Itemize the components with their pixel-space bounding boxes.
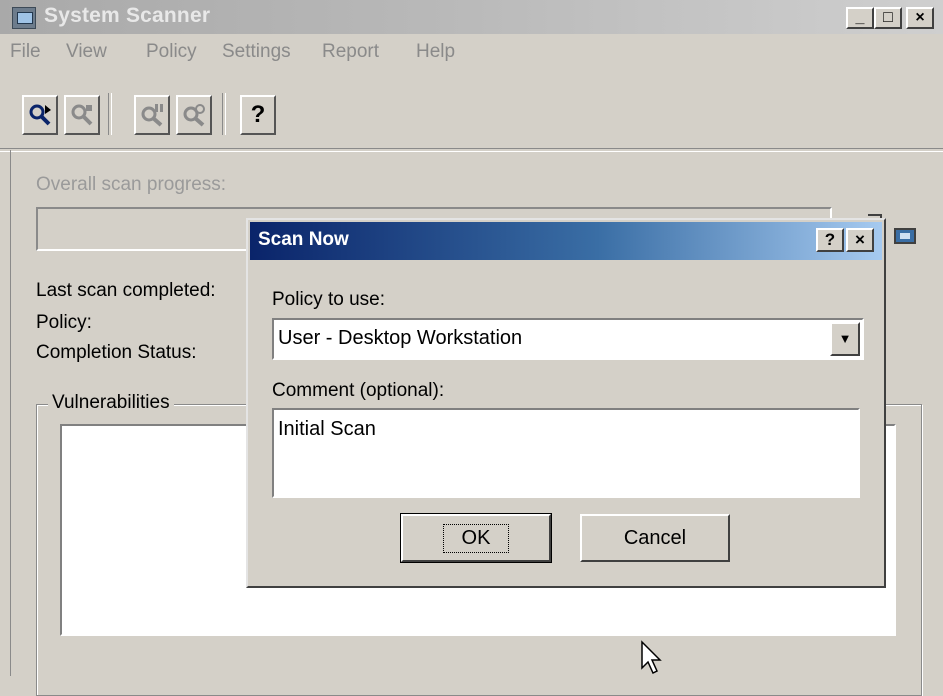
view-icon[interactable] [176, 95, 212, 135]
menu-help[interactable]: Help [416, 41, 455, 63]
menu-view[interactable]: View [66, 41, 107, 63]
policy-select-value: User - Desktop Workstation [278, 327, 523, 349]
comment-label: Comment (optional): [272, 380, 445, 401]
window-title: System Scanner [44, 4, 211, 27]
menu-bar [0, 34, 943, 70]
policy-label: Policy: [36, 312, 92, 333]
toolbar-separator [222, 93, 226, 135]
menu-file[interactable]: File [10, 41, 41, 63]
comment-value: Initial Scan [278, 418, 376, 440]
dialog-close-button[interactable]: × [846, 228, 874, 252]
help-icon[interactable]: ? [240, 95, 276, 135]
menu-settings[interactable]: Settings [222, 41, 291, 63]
close-button[interactable]: × [906, 7, 934, 29]
pause-icon[interactable] [134, 95, 170, 135]
policy-to-use-label: Policy to use: [272, 289, 385, 310]
progress-label: Overall scan progress: [36, 174, 227, 195]
divider [0, 150, 11, 676]
scan-now-dialog [246, 218, 886, 588]
window-icon [894, 228, 916, 244]
dialog-title: Scan Now [258, 229, 349, 250]
divider [0, 148, 943, 152]
menu-report[interactable]: Report [322, 41, 379, 63]
menu-policy[interactable]: Policy [146, 41, 197, 63]
scan-now-icon[interactable] [22, 95, 58, 135]
mouse-cursor-icon [641, 640, 662, 675]
scan-stop-icon[interactable] [64, 95, 100, 135]
minimize-button[interactable]: _ [846, 7, 874, 29]
vulnerabilities-label: Vulnerabilities [48, 392, 174, 414]
maximize-button[interactable]: □ [874, 7, 902, 29]
cancel-button[interactable]: Cancel [580, 514, 730, 562]
ok-button-label: OK [442, 523, 510, 553]
app-icon[interactable] [12, 7, 36, 29]
completion-status-label: Completion Status: [36, 342, 197, 363]
chevron-down-icon[interactable]: ▼ [830, 322, 860, 356]
last-scan-label: Last scan completed: [36, 280, 216, 301]
dialog-help-button[interactable]: ? [816, 228, 844, 252]
ok-button[interactable]: OK [400, 513, 552, 563]
toolbar-separator [108, 93, 112, 135]
